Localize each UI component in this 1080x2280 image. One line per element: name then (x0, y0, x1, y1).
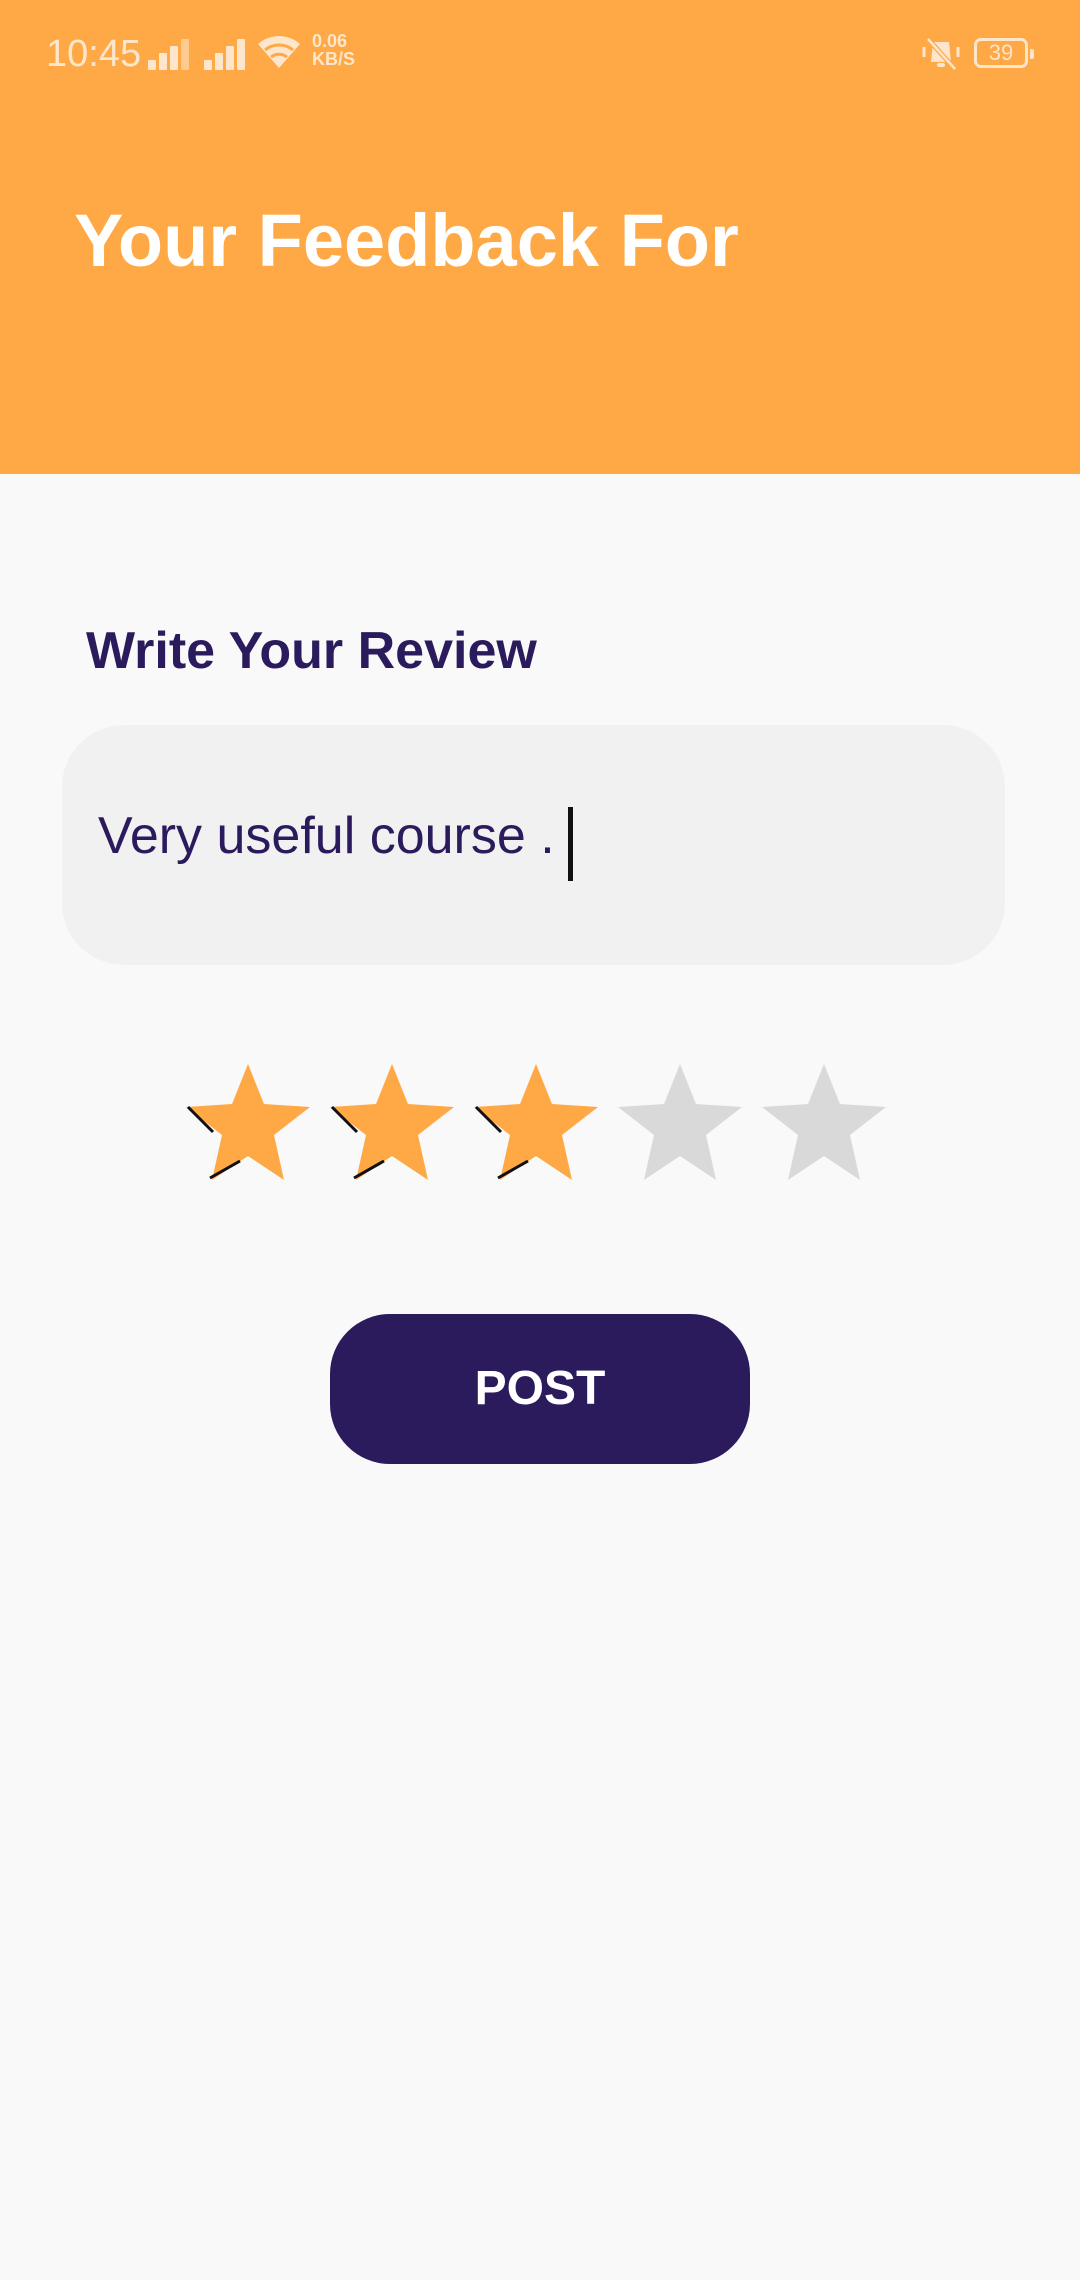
page-title: Your Feedback For (74, 199, 739, 282)
star-5-icon[interactable] (762, 1064, 886, 1184)
star-2-icon[interactable] (330, 1064, 454, 1184)
star-rating[interactable] (186, 1064, 898, 1192)
network-speed-unit: KB/S (312, 49, 356, 69)
network-speed: 0.06 KB/S (312, 32, 362, 68)
status-bar: 10:45 0.06 KB/S 39 (0, 0, 1080, 110)
post-button[interactable]: POST (330, 1314, 750, 1464)
star-4-icon[interactable] (618, 1064, 742, 1184)
battery-icon: 39 (974, 38, 1034, 68)
review-input-text[interactable]: Very useful course . (98, 805, 555, 867)
signal-icon (204, 36, 250, 70)
star-3-icon[interactable] (474, 1064, 598, 1184)
status-time: 10:45 (46, 33, 142, 75)
text-cursor (568, 807, 573, 881)
review-input[interactable]: Very useful course . (62, 725, 1005, 965)
wifi-icon (254, 30, 304, 72)
vibrate-off-icon (918, 34, 964, 74)
review-label: Write Your Review (86, 622, 537, 680)
header: 10:45 0.06 KB/S 39 Your Feedback For (0, 0, 1080, 474)
signal-icon (148, 36, 194, 70)
network-speed-value: 0.06 (312, 31, 348, 51)
star-1-icon[interactable] (186, 1064, 310, 1184)
